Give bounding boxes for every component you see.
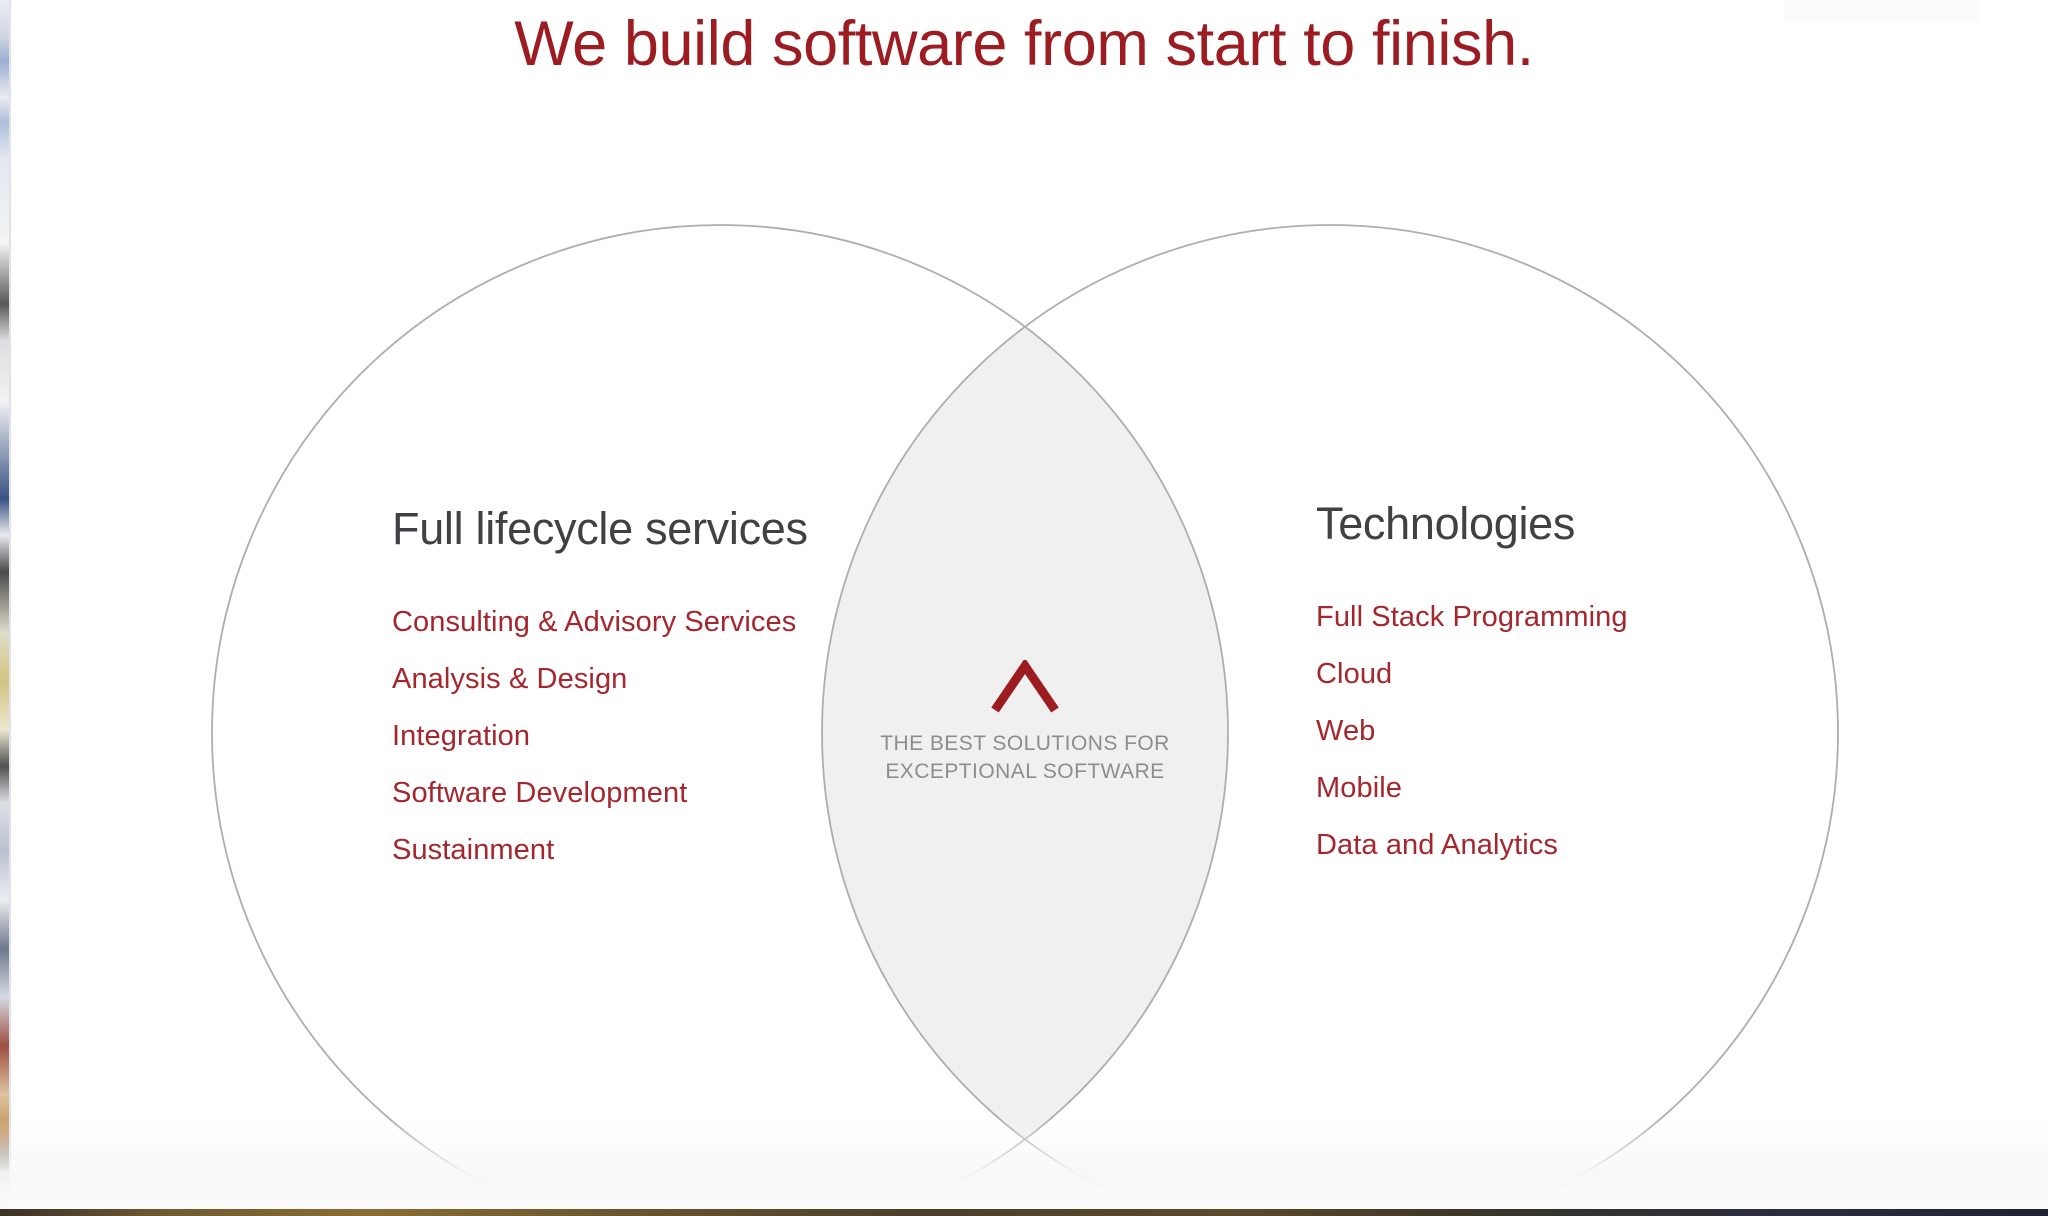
list-item[interactable]: Software Development [392, 765, 862, 822]
list-item[interactable]: Cloud [1316, 646, 1736, 703]
list-item[interactable]: Integration [392, 708, 862, 765]
right-circle-heading: Technologies [1316, 498, 1576, 549]
list-item[interactable]: Analysis & Design [392, 651, 862, 708]
overlap-content: THE BEST SOLUTIONS FOR EXCEPTIONAL SOFTW… [830, 660, 1220, 786]
list-item[interactable]: Sustainment [392, 822, 862, 879]
list-item[interactable]: Mobile [1316, 760, 1736, 817]
overlap-tagline-line2: EXCEPTIONAL SOFTWARE [885, 760, 1165, 783]
right-circle-content: Technologies Full Stack Programming Clou… [1316, 495, 1736, 874]
venn-diagram [211, 224, 1839, 1216]
list-item[interactable]: Web [1316, 703, 1736, 760]
list-item[interactable]: Full Stack Programming [1316, 589, 1736, 646]
bottom-edge-strip [0, 1209, 2048, 1216]
list-item[interactable]: Consulting & Advisory Services [392, 594, 862, 651]
chevron-up-logo-icon [991, 660, 1059, 713]
left-circle-content: Full lifecycle services Consulting & Adv… [392, 500, 862, 879]
left-circle-item-list: Consulting & Advisory Services Analysis … [392, 594, 862, 879]
list-item[interactable]: Data and Analytics [1316, 817, 1736, 874]
left-circle-heading: Full lifecycle services [392, 503, 808, 554]
right-circle-item-list: Full Stack Programming Cloud Web Mobile … [1316, 589, 1736, 874]
overlap-tagline-line1: THE BEST SOLUTIONS FOR [880, 732, 1170, 755]
slide-canvas: We build software from start to finish. … [0, 0, 2048, 1216]
